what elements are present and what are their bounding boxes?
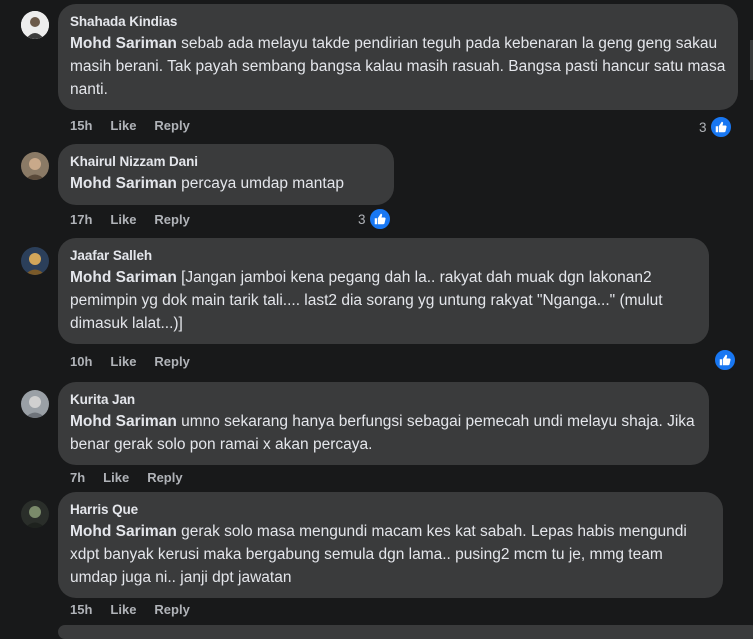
avatar[interactable]	[21, 247, 49, 275]
comment-author[interactable]: Shahada Kindias	[70, 13, 726, 31]
reply-button[interactable]: Reply	[154, 212, 189, 227]
comment-bubble: Khairul Nizzam Dani Mohd Sariman percaya…	[58, 144, 394, 205]
comment-time[interactable]: 17h	[70, 212, 92, 227]
like-icon	[713, 348, 737, 372]
reply-button[interactable]: Reply	[154, 354, 189, 369]
like-button[interactable]: Like	[103, 470, 129, 485]
comment-bubble: Kurita Jan Mohd Sariman umno sekarang ha…	[58, 382, 709, 465]
reaction-summary[interactable]: 3	[358, 207, 392, 231]
mention-link[interactable]: Mohd Sariman	[70, 523, 177, 540]
like-icon	[367, 207, 392, 231]
comment-bubble: Shahada Kindias Mohd Sariman sebab ada m…	[58, 4, 738, 110]
mention-link[interactable]: Mohd Sariman	[70, 269, 177, 286]
next-comment-bubble	[58, 625, 753, 639]
comment-author[interactable]: Jaafar Salleh	[70, 247, 697, 265]
comment-text: Mohd Sariman [Jangan jamboi kena pegang …	[70, 269, 663, 332]
comment-time[interactable]: 7h	[70, 470, 85, 485]
avatar[interactable]	[21, 11, 49, 39]
avatar[interactable]	[21, 152, 49, 180]
comment-time[interactable]: 15h	[70, 602, 92, 617]
mention-link[interactable]: Mohd Sariman	[70, 35, 177, 52]
comment-time[interactable]: 15h	[70, 118, 92, 133]
comment-actions: 10h Like Reply	[70, 354, 208, 369]
comment-author[interactable]: Khairul Nizzam Dani	[70, 153, 382, 171]
reaction-summary[interactable]: 3	[699, 115, 733, 139]
avatar[interactable]	[21, 500, 49, 528]
comment-author[interactable]: Kurita Jan	[70, 391, 697, 409]
comment-text: Mohd Sariman percaya umdap mantap	[70, 175, 344, 192]
comment-text: Mohd Sariman umno sekarang hanya berfung…	[70, 413, 695, 453]
comment-bubble: Jaafar Salleh Mohd Sariman [Jangan jambo…	[58, 238, 709, 344]
mention-link[interactable]: Mohd Sariman	[70, 175, 177, 192]
reaction-count: 3	[358, 211, 366, 227]
comment-text: Mohd Sariman sebab ada melayu takde pend…	[70, 35, 726, 98]
comment-text: Mohd Sariman gerak solo masa mengundi ma…	[70, 523, 687, 586]
comment-author[interactable]: Harris Que	[70, 501, 711, 519]
comment-actions: 17h Like Reply	[70, 212, 208, 227]
comment-actions: 7h Like Reply	[70, 470, 201, 485]
like-icon	[708, 115, 733, 139]
reaction-count: 3	[699, 119, 707, 135]
reply-button[interactable]: Reply	[147, 470, 182, 485]
avatar[interactable]	[21, 390, 49, 418]
like-button[interactable]: Like	[110, 212, 136, 227]
like-button[interactable]: Like	[110, 602, 136, 617]
like-button[interactable]: Like	[110, 118, 136, 133]
comment-actions: 15h Like Reply	[70, 602, 208, 617]
mention-link[interactable]: Mohd Sariman	[70, 413, 177, 430]
comment-actions: 15h Like Reply	[70, 118, 208, 133]
comment-bubble: Harris Que Mohd Sariman gerak solo masa …	[58, 492, 723, 598]
reply-button[interactable]: Reply	[154, 602, 189, 617]
reply-button[interactable]: Reply	[154, 118, 189, 133]
comment-time[interactable]: 10h	[70, 354, 92, 369]
like-button[interactable]: Like	[110, 354, 136, 369]
reaction-summary[interactable]	[711, 348, 737, 372]
